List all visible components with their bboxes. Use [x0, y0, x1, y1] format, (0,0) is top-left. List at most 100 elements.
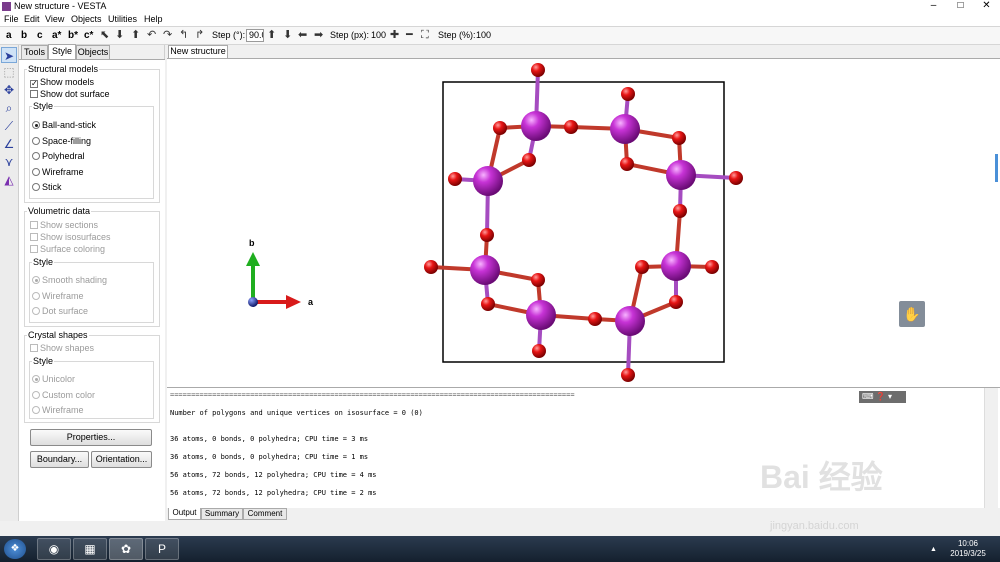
structure-viewer[interactable]: b a ✋: [167, 58, 1000, 387]
rotate-cw-icon[interactable]: ↱: [195, 29, 204, 42]
view-along-b-star-button[interactable]: b*: [68, 29, 78, 42]
step-percent-input[interactable]: 100: [476, 30, 491, 40]
oxygen-atom[interactable]: [669, 295, 683, 309]
oxygen-atom[interactable]: [424, 260, 438, 274]
structure-canvas[interactable]: b a: [167, 59, 1000, 388]
select-tool-icon[interactable]: ➤: [1, 47, 17, 63]
tray-arrow-icon[interactable]: ▲: [930, 546, 937, 553]
volumetric-wireframe-radio[interactable]: Wireframe: [32, 291, 84, 301]
translate-left-icon[interactable]: ⬅: [298, 29, 307, 42]
tab-comment[interactable]: Comment: [243, 508, 287, 520]
style-polyhedral-radio[interactable]: Polyhedral: [32, 151, 85, 161]
tab-output[interactable]: Output: [168, 508, 201, 520]
rotate-ccw-icon[interactable]: ↰: [179, 29, 188, 42]
oxygen-atom[interactable]: [532, 344, 546, 358]
style-ball-and-stick-radio[interactable]: Ball-and-stick: [32, 120, 96, 130]
show-isosurfaces-checkbox[interactable]: Show isosurfaces: [30, 232, 111, 242]
rotate-up-icon[interactable]: ⬆: [131, 29, 140, 42]
output-scrollbar[interactable]: [984, 388, 998, 508]
tab-tools[interactable]: Tools: [21, 45, 48, 59]
boundary-button[interactable]: Boundary...: [30, 451, 89, 468]
oxygen-atom[interactable]: [531, 273, 545, 287]
menu-view[interactable]: View: [45, 14, 64, 24]
dihedral-tool-icon[interactable]: ⋎: [1, 154, 17, 170]
view-along-c-star-button[interactable]: c*: [84, 29, 93, 42]
orientation-button[interactable]: Orientation...: [91, 451, 152, 468]
menu-objects[interactable]: Objects: [71, 14, 102, 24]
show-dot-surface-checkbox[interactable]: Show dot surface: [30, 89, 110, 99]
metal-atom[interactable]: [473, 166, 503, 196]
tab-objects[interactable]: Objects: [76, 45, 110, 59]
style-stick-radio[interactable]: Stick: [32, 182, 62, 192]
zoom-in-icon[interactable]: ✚: [390, 29, 399, 42]
oxygen-atom[interactable]: [635, 260, 649, 274]
lattice-plane-tool-icon[interactable]: ◭: [1, 172, 17, 188]
metal-atom[interactable]: [661, 251, 691, 281]
translate-right-icon[interactable]: ➡: [314, 29, 323, 42]
close-button[interactable]: ✕: [973, 0, 1000, 13]
oxygen-atom[interactable]: [672, 131, 686, 145]
smooth-shading-radio[interactable]: Smooth shading: [32, 275, 107, 285]
oxygen-atom[interactable]: [493, 121, 507, 135]
show-models-checkbox[interactable]: ✓ Show models: [30, 77, 94, 88]
style-wireframe-radio[interactable]: Wireframe: [32, 167, 84, 177]
oxygen-atom[interactable]: [531, 63, 545, 77]
translate-tool-icon[interactable]: ✥: [1, 82, 17, 98]
minimize-button[interactable]: –: [920, 0, 947, 13]
oxygen-atom[interactable]: [621, 87, 635, 101]
chrome-icon[interactable]: ◉: [37, 538, 71, 560]
oxygen-atom[interactable]: [588, 312, 602, 326]
angle-tool-icon[interactable]: ∠: [1, 136, 17, 152]
hand-pan-icon[interactable]: ✋: [899, 301, 925, 327]
translate-down-icon[interactable]: ⬇: [283, 29, 292, 42]
crystal-wireframe-radio[interactable]: Wireframe: [32, 405, 84, 415]
powerpoint-icon[interactable]: P: [145, 538, 179, 560]
view-along-a-button[interactable]: a: [6, 29, 12, 42]
oxygen-atom[interactable]: [705, 260, 719, 274]
rotate-right-icon[interactable]: ↷: [163, 29, 172, 42]
tab-summary[interactable]: Summary: [201, 508, 243, 520]
rotate-up-left-icon[interactable]: ⬉: [100, 29, 109, 42]
show-sections-checkbox[interactable]: Show sections: [30, 220, 98, 230]
rotate-down-icon[interactable]: ⬇: [115, 29, 124, 42]
surface-coloring-checkbox[interactable]: Surface coloring: [30, 244, 105, 254]
view-along-c-button[interactable]: c: [37, 29, 43, 42]
style-space-filling-radio[interactable]: Space-filling: [32, 136, 91, 146]
vesta-icon[interactable]: ✿: [109, 538, 143, 560]
output-mini-toolbar[interactable]: ⌨ ❓ ▾: [859, 391, 906, 403]
translate-up-icon[interactable]: ⬆: [267, 29, 276, 42]
oxygen-atom[interactable]: [564, 120, 578, 134]
metal-atom[interactable]: [610, 114, 640, 144]
unicolor-radio[interactable]: Unicolor: [32, 374, 75, 384]
oxygen-atom[interactable]: [673, 204, 687, 218]
fit-to-window-icon[interactable]: ⛶: [421, 29, 429, 42]
region-select-icon[interactable]: ⬚: [1, 64, 17, 80]
oxygen-atom[interactable]: [448, 172, 462, 186]
maximize-button[interactable]: □: [947, 0, 974, 13]
metal-atom[interactable]: [526, 300, 556, 330]
zoom-out-icon[interactable]: ━: [406, 29, 413, 42]
metal-atom[interactable]: [521, 111, 551, 141]
menu-file[interactable]: File: [4, 14, 19, 24]
tab-new-structure[interactable]: New structure: [168, 45, 228, 58]
view-along-a-star-button[interactable]: a*: [52, 29, 61, 42]
view-along-b-button[interactable]: b: [21, 29, 27, 42]
viewer-scroll-indicator[interactable]: [995, 154, 998, 182]
properties-button[interactable]: Properties...: [30, 429, 152, 446]
step-px-input[interactable]: 100: [371, 30, 386, 40]
menu-utilities[interactable]: Utilities: [108, 14, 137, 24]
tab-style[interactable]: Style: [48, 44, 76, 59]
oxygen-atom[interactable]: [522, 153, 536, 167]
distance-tool-icon[interactable]: ⟋: [1, 118, 17, 134]
metal-atom[interactable]: [615, 306, 645, 336]
metal-atom[interactable]: [470, 255, 500, 285]
dot-surface-radio[interactable]: Dot surface: [32, 306, 88, 316]
magnify-tool-icon[interactable]: ⌕: [1, 100, 17, 116]
network-icon[interactable]: ▦: [73, 538, 107, 560]
taskbar-clock[interactable]: 10:06 2019/3/25: [944, 539, 992, 559]
menu-help[interactable]: Help: [144, 14, 163, 24]
custom-color-radio[interactable]: Custom color: [32, 390, 95, 400]
rotate-left-icon[interactable]: ↶: [147, 29, 156, 42]
metal-atom[interactable]: [666, 160, 696, 190]
show-shapes-checkbox[interactable]: Show shapes: [30, 343, 94, 353]
